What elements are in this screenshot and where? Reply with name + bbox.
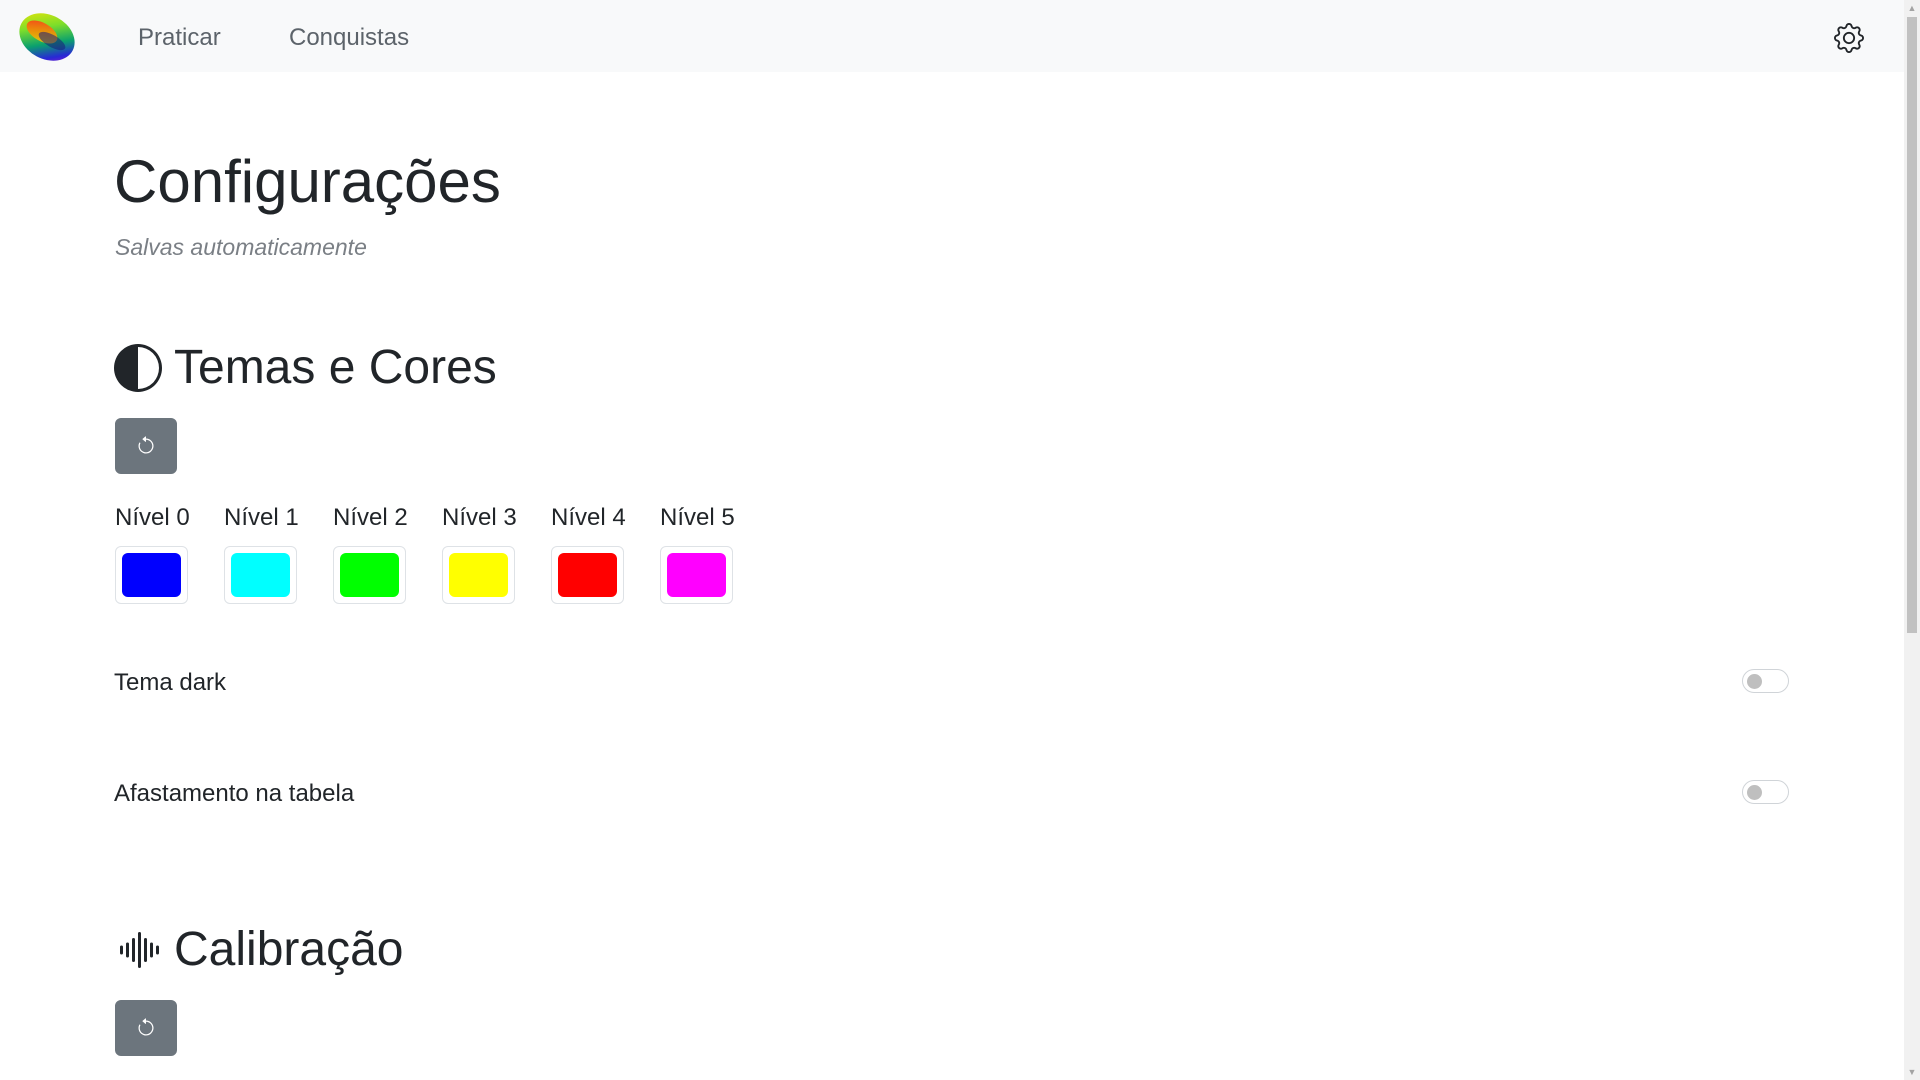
dark-theme-label: Tema dark <box>114 669 227 696</box>
toggle-knob <box>1747 674 1762 689</box>
section-title-temas-label: Temas e Cores <box>174 341 497 394</box>
vertical-scrollbar[interactable]: ▲ ▼ <box>1904 0 1920 1080</box>
color-swatch-1 <box>231 553 290 597</box>
color-picker-level-4[interactable] <box>551 546 624 604</box>
color-picker-level-2[interactable] <box>333 546 406 604</box>
app-logo[interactable] <box>16 10 78 62</box>
color-picker-level-5[interactable] <box>660 546 733 604</box>
arrow-counterclockwise-icon <box>138 1018 154 1036</box>
color-picker-level-0[interactable] <box>115 546 188 604</box>
table-spacing-toggle[interactable] <box>1742 780 1789 804</box>
arrow-counterclockwise-icon <box>138 436 154 454</box>
top-navbar: Praticar Conquistas <box>0 0 1904 72</box>
section-title-calibracao: Calibração <box>114 922 403 978</box>
contrast-icon <box>114 344 162 392</box>
dark-theme-toggle[interactable] <box>1742 669 1789 693</box>
level-label-1: Nível 1 <box>224 504 299 531</box>
section-title-calibracao-label: Calibração <box>174 923 404 976</box>
level-label-3: Nível 3 <box>442 504 517 531</box>
level-label-2: Nível 2 <box>333 504 408 531</box>
page-title: Configurações <box>114 148 501 215</box>
reset-calibration-button[interactable] <box>115 1000 177 1056</box>
scroll-up-arrow-icon[interactable]: ▲ <box>1904 0 1920 16</box>
color-swatch-0 <box>122 553 181 597</box>
color-swatch-2 <box>340 553 399 597</box>
level-label-5: Nível 5 <box>660 504 735 531</box>
color-swatch-5 <box>667 553 726 597</box>
toggle-knob <box>1747 785 1762 800</box>
scrollbar-thumb[interactable] <box>1907 17 1917 633</box>
soundwave-icon <box>114 926 162 974</box>
page-subtitle: Salvas automaticamente <box>115 234 367 260</box>
section-title-temas: Temas e Cores <box>114 340 497 396</box>
reset-colors-button[interactable] <box>115 418 177 474</box>
scroll-down-arrow-icon[interactable]: ▼ <box>1904 1064 1920 1080</box>
nav-link-conquistas[interactable]: Conquistas <box>289 22 409 54</box>
nav-link-praticar[interactable]: Praticar <box>138 22 221 54</box>
color-picker-level-1[interactable] <box>224 546 297 604</box>
table-spacing-label: Afastamento na tabela <box>114 780 355 807</box>
color-swatch-4 <box>558 553 617 597</box>
level-label-4: Nível 4 <box>551 504 626 531</box>
color-swatch-3 <box>449 553 508 597</box>
level-label-0: Nível 0 <box>115 504 190 531</box>
color-picker-level-3[interactable] <box>442 546 515 604</box>
gear-icon[interactable] <box>1834 23 1864 53</box>
